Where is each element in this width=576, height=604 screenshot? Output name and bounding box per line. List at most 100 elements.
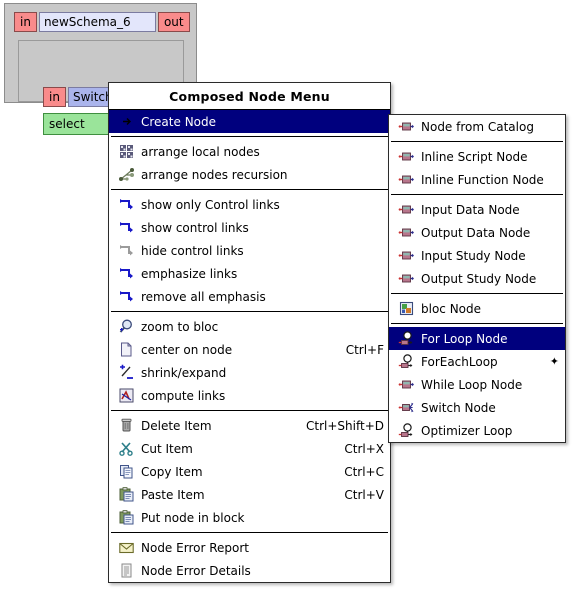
menu-item-output-study-node[interactable]: Output Study Node: [389, 267, 565, 290]
menu-item-input-study-node[interactable]: Input Study Node: [389, 244, 565, 267]
control-link-disabled-icon: [117, 242, 135, 260]
bloc-node-icon: [397, 300, 415, 318]
menu-item-label: Node Error Details: [141, 563, 251, 578]
menu-item-for-loop-node[interactable]: For Loop Node: [389, 327, 565, 350]
scissors-icon: [117, 440, 135, 458]
composed-node-context-menu[interactable]: Composed Node Menu Create Node arrange lo…: [108, 82, 391, 583]
menu-item-label: emphasize links: [141, 266, 238, 281]
control-link-icon: [117, 196, 135, 214]
menu-separator: [111, 410, 388, 411]
menu-item-delete-item[interactable]: Delete Item Ctrl+Shift+D: [109, 414, 390, 437]
menu-item-label: For Loop Node: [421, 331, 508, 346]
menu-item-put-node-in-block[interactable]: Put node in block: [109, 506, 390, 529]
menu-item-compute-links[interactable]: compute links: [109, 384, 390, 407]
switch-node-icon: [397, 399, 415, 417]
schema-out-port[interactable]: out: [157, 12, 190, 32]
menu-item-zoom-to-bloc[interactable]: zoom to bloc: [109, 315, 390, 338]
menu-item-show-only-control-links[interactable]: show only Control links: [109, 193, 390, 216]
menu-separator: [111, 136, 388, 137]
menu-item-label: Node Error Report: [141, 540, 249, 555]
menu-item-create-node[interactable]: Create Node: [109, 110, 390, 133]
menu-item-label: ForEachLoop: [421, 354, 498, 369]
arrange-tree-icon: [117, 166, 135, 184]
copy-icon: [117, 463, 135, 481]
control-link-icon: [117, 265, 135, 283]
menu-item-bloc-node[interactable]: bloc Node: [389, 297, 565, 320]
menu-item-shortcut: Ctrl+F: [345, 342, 384, 357]
context-menu-items: Create Node arrange local nodes arrange no…: [109, 110, 390, 582]
envelope-icon: [117, 539, 135, 557]
menu-item-arrange-nodes-recursion[interactable]: arrange nodes recursion: [109, 163, 390, 186]
menu-item-optimizer-loop[interactable]: Optimizer Loop: [389, 419, 565, 442]
menu-item-label: show only Control links: [141, 197, 280, 212]
document-lines-icon: [117, 562, 135, 580]
shrink-expand-icon: [117, 364, 135, 382]
menu-item-inline-function-node[interactable]: Inline Function Node: [389, 168, 565, 191]
menu-item-cut-item[interactable]: Cut Item Ctrl+X: [109, 437, 390, 460]
schema-node-name[interactable]: newSchema_6: [38, 12, 156, 32]
menu-item-input-data-node[interactable]: Input Data Node: [389, 198, 565, 221]
menu-item-show-control-links[interactable]: show control links: [109, 216, 390, 239]
submenu-arrow-icon: ✦: [549, 355, 559, 368]
paste-icon: [117, 509, 135, 527]
node-box-icon: [397, 376, 415, 394]
loop-node-icon: [397, 353, 415, 371]
schema-node-header: in newSchema_6 out: [14, 12, 190, 32]
page-icon: [117, 341, 135, 359]
menu-item-label: Put node in block: [141, 510, 245, 525]
menu-item-output-data-node[interactable]: Output Data Node: [389, 221, 565, 244]
menu-item-node-from-catalog[interactable]: Node from Catalog: [389, 115, 565, 138]
menu-separator: [111, 311, 388, 312]
menu-item-remove-all-emphasis[interactable]: remove all emphasis: [109, 285, 390, 308]
menu-separator: [111, 189, 388, 190]
control-link-icon: [117, 288, 135, 306]
menu-item-label: Copy Item: [141, 464, 203, 479]
menu-item-paste-item[interactable]: Paste Item Ctrl+V: [109, 483, 390, 506]
node-box-icon: [397, 118, 415, 136]
menu-item-hide-control-links[interactable]: hide control links: [109, 239, 390, 262]
menu-item-label: remove all emphasis: [141, 289, 266, 304]
menu-item-label: Output Study Node: [421, 271, 537, 286]
menu-item-label: Inline Function Node: [421, 172, 544, 187]
menu-item-emphasize-links[interactable]: emphasize links: [109, 262, 390, 285]
node-box-icon: [397, 224, 415, 242]
menu-item-inline-script-node[interactable]: Inline Script Node: [389, 145, 565, 168]
menu-item-node-error-report[interactable]: Node Error Report: [109, 536, 390, 559]
menu-item-label: show control links: [141, 220, 249, 235]
menu-item-label: Cut Item: [141, 441, 193, 456]
node-box-icon: [397, 270, 415, 288]
menu-item-copy-item[interactable]: Copy Item Ctrl+C: [109, 460, 390, 483]
menu-item-shortcut: Ctrl+X: [344, 441, 384, 456]
menu-item-label: Input Study Node: [421, 248, 526, 263]
submenu-arrow-icon: [117, 113, 135, 131]
menu-item-switch-node[interactable]: Switch Node: [389, 396, 565, 419]
menu-item-label: Create Node: [141, 114, 217, 129]
menu-item-shrink-expand[interactable]: shrink/expand: [109, 361, 390, 384]
control-link-icon: [117, 219, 135, 237]
loop-node-icon: [397, 422, 415, 440]
menu-item-label: Switch Node: [421, 400, 496, 415]
menu-item-shortcut: Ctrl+Shift+D: [306, 418, 384, 433]
switch-select-port[interactable]: select: [43, 113, 115, 135]
menu-item-while-loop-node[interactable]: While Loop Node: [389, 373, 565, 396]
schema-in-port[interactable]: in: [14, 12, 37, 32]
menu-item-label: Paste Item: [141, 487, 205, 502]
menu-item-foreachloop[interactable]: ForEachLoop ✦: [389, 350, 565, 373]
menu-item-node-error-details[interactable]: Node Error Details: [109, 559, 390, 582]
menu-item-label: center on node: [141, 342, 233, 357]
compute-links-icon: [117, 387, 135, 405]
menu-item-label: Inline Script Node: [421, 149, 528, 164]
menu-separator: [111, 532, 388, 533]
menu-item-center-on-node[interactable]: center on node Ctrl+F: [109, 338, 390, 361]
node-box-icon: [397, 247, 415, 265]
magnifier-icon: [117, 318, 135, 336]
menu-separator: [391, 194, 563, 195]
create-node-submenu[interactable]: Node from Catalog Inline Script Node Inlin…: [388, 114, 566, 443]
switch-in-port[interactable]: in: [43, 87, 66, 107]
menu-separator: [391, 141, 563, 142]
menu-item-label: While Loop Node: [421, 377, 523, 392]
menu-item-label: arrange nodes recursion: [141, 167, 288, 182]
node-box-icon: [397, 148, 415, 166]
menu-item-label: zoom to bloc: [141, 319, 219, 334]
menu-item-arrange-local-nodes[interactable]: arrange local nodes: [109, 140, 390, 163]
